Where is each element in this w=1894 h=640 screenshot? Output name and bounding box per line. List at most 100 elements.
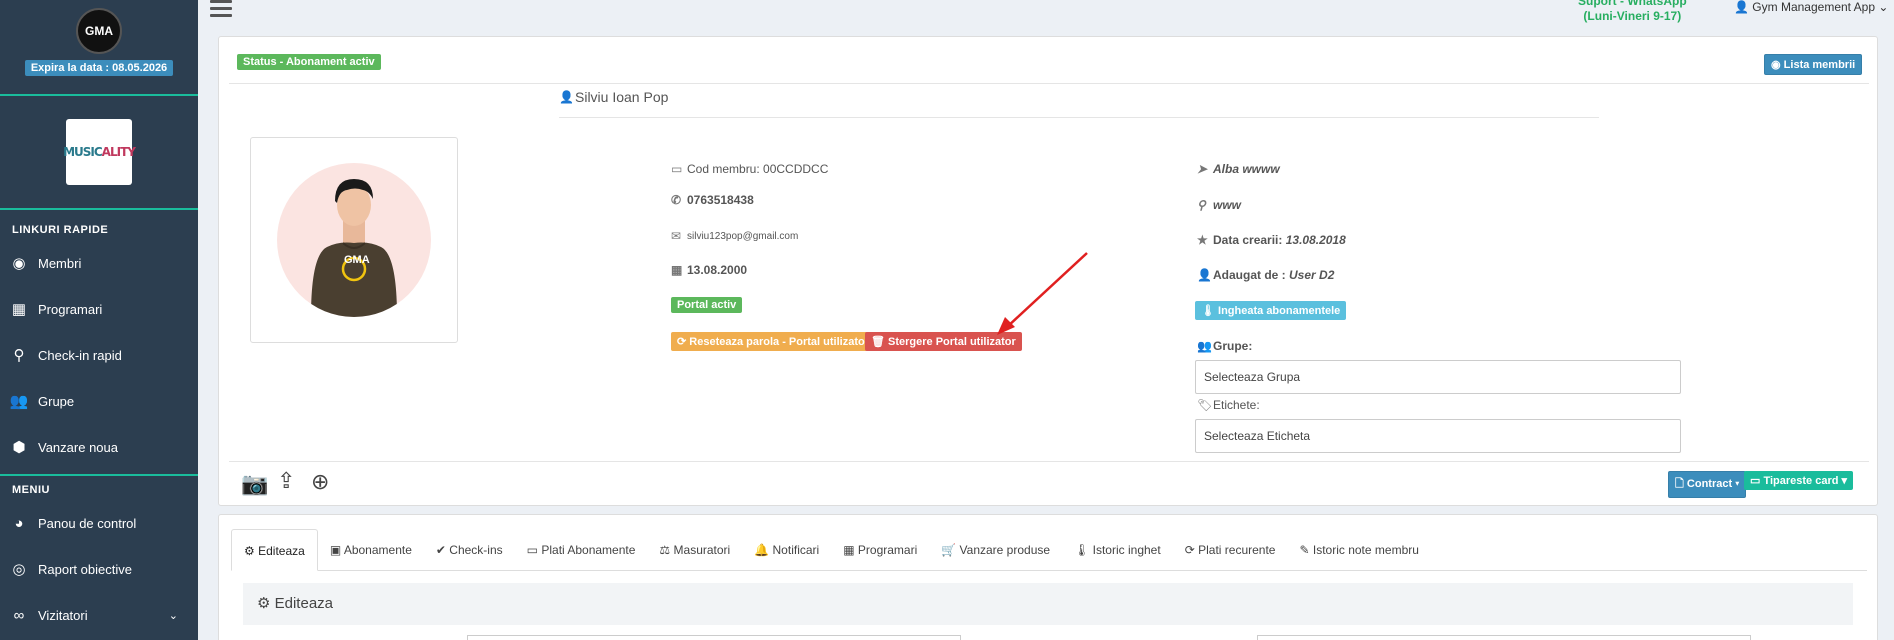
member-address: ⚲ www: [1197, 198, 1241, 212]
sidebar-item-vizitatori[interactable]: ∞ Vizitatori ⌄: [0, 592, 198, 638]
thermometer-icon: 🌡: [1201, 305, 1215, 317]
members-list-label: Lista membrii: [1783, 59, 1856, 71]
sidebar-item-label: Raport obiective: [38, 561, 132, 577]
member-created-date: ★ Data crearii: 13.08.2018: [1197, 233, 1346, 247]
tab-bar: ⚙ Editeaza ▣ Abonamente ✔ Check-ins ▭ Pl…: [231, 529, 1867, 571]
tags-label-text: Etichete:: [1213, 398, 1260, 412]
contract-dropdown-button[interactable]: 🗋 Contract ▾: [1668, 471, 1747, 498]
pencil-icon: ✎: [1299, 543, 1310, 557]
gear-icon: ⚙: [244, 544, 255, 558]
member-photo-frame: [250, 137, 458, 343]
tab-plati-abonamente[interactable]: ▭ Plati Abonamente: [515, 529, 648, 570]
cube-icon: ⬢: [12, 439, 26, 456]
sidebar-item-panou-de-control[interactable]: ◕ Panou de control: [0, 500, 198, 546]
tab-istoric-note-membru[interactable]: ✎ Istoric note membru: [1287, 529, 1430, 570]
tab-label: Notificari: [772, 543, 820, 557]
balance-scale-icon: ⚖: [659, 543, 671, 557]
refresh-icon: ⟳: [1184, 543, 1195, 557]
support-line-2: (Luni-Vineri 9-17): [1583, 9, 1682, 23]
tab-istoric-inghet[interactable]: 🌡 Istoric inghet: [1062, 529, 1173, 570]
sidebar-item-label: Grupe: [38, 393, 75, 409]
sidebar-item-membri[interactable]: ◉ Membri: [0, 240, 198, 286]
tab-label: Masuratori: [673, 543, 731, 557]
user-icon: 👤: [1197, 268, 1212, 282]
sidebar-item-grupe[interactable]: 👥 Grupe: [0, 378, 198, 424]
member-avatar: [277, 163, 431, 317]
sidebar-item-label: Programari: [38, 301, 103, 317]
star-icon: ★: [1197, 233, 1208, 247]
tab-label: Vanzare produse: [959, 543, 1051, 557]
credit-card-icon: ▭: [526, 543, 538, 557]
calendar-icon: ▦: [843, 543, 855, 557]
tab-vanzare-produse[interactable]: 🛒 Vanzare produse: [929, 529, 1062, 570]
form-field[interactable]: [467, 635, 961, 640]
reset-password-button[interactable]: ⟳ Reseteaza parola - Portal utilizator: [671, 332, 875, 351]
tab-plati-recurente[interactable]: ⟳ Plati recurente: [1173, 529, 1288, 570]
id-card-icon: ▣: [329, 543, 342, 557]
user-icon: 👤: [1734, 0, 1749, 14]
groups-select[interactable]: Selecteaza Grupa: [1195, 360, 1681, 394]
tab-label: Editeaza: [258, 544, 305, 558]
form-field[interactable]: [1257, 635, 1751, 640]
sidebar-item-check-in-rapid[interactable]: ⚲ Check-in rapid: [0, 332, 198, 378]
added-by-value: User D2: [1289, 268, 1335, 282]
member-name: 👤 Silviu Ioan Pop: [559, 89, 668, 105]
upload-icon[interactable]: ⇪: [277, 468, 295, 494]
envelope-icon: ✉: [671, 229, 682, 243]
credit-card-icon: ▭: [1750, 475, 1761, 487]
member-code: ▭ Cod membru: 00CCDDCC: [671, 162, 828, 176]
user-menu[interactable]: 👤 Gym Management App ⌄: [1734, 0, 1888, 14]
caret-down-icon: ▾: [1841, 475, 1848, 487]
binoculars-icon: ∞: [13, 606, 25, 624]
users-icon: 👥: [1197, 339, 1212, 353]
tags-label: 🏷 Etichete:: [1197, 398, 1260, 412]
created-label: Data crearii:: [1213, 233, 1283, 247]
tab-programari[interactable]: ▦ Programari: [831, 529, 929, 570]
tags-select[interactable]: Selecteaza Eticheta: [1195, 419, 1681, 453]
brand-logo: MUSIC ALITY: [63, 119, 136, 185]
expiry-badge: Expira la data : 08.05.2026: [24, 60, 174, 76]
member-name-text: Silviu Ioan Pop: [575, 89, 669, 105]
tab-label: Istoric note membru: [1312, 543, 1419, 557]
user-circle-icon: ◉: [12, 255, 26, 272]
tab-notificari[interactable]: 🔔 Notificari: [742, 529, 831, 570]
support-whatsapp[interactable]: Suport - WhatsApp (Luni-Vineri 9-17): [1578, 0, 1687, 24]
member-email-text: silviu123pop@gmail.com: [687, 230, 799, 242]
member-phone-text: 0763518438: [687, 193, 754, 207]
sidebar-item-label: Vanzare noua: [38, 439, 118, 455]
chevron-down-icon: ⌄: [168, 609, 178, 622]
camera-icon[interactable]: 📷: [241, 471, 268, 497]
sidebar-item-raport-obiective[interactable]: ◎ Raport obiective: [0, 546, 198, 592]
member-phone: ✆ 0763518438: [671, 193, 754, 207]
quick-links-title: LINKURI RAPIDE: [12, 224, 109, 236]
gma-logo[interactable]: GMA: [76, 8, 122, 54]
members-list-button[interactable]: ◉ Lista membrii: [1764, 54, 1863, 75]
zoom-in-icon[interactable]: ⊕: [311, 469, 329, 495]
gear-icon: ⚙: [257, 595, 271, 612]
user-circle-icon: ◉: [1771, 59, 1781, 71]
hamburger-menu-icon[interactable]: [210, 0, 232, 21]
credit-card-icon: ▭: [671, 162, 683, 176]
tab-check-ins[interactable]: ✔ Check-ins: [424, 529, 515, 570]
member-profile-card: Status - Abonament activ ◉ Lista membrii…: [218, 36, 1878, 506]
sidebar-item-vanzare-noua[interactable]: ⬢ Vanzare noua: [0, 424, 198, 470]
created-value: 13.08.2018: [1285, 233, 1346, 247]
sidebar-item-programari[interactable]: ▦ Programari: [0, 286, 198, 332]
print-card-dropdown-button[interactable]: ▭ Tipareste card ▾: [1744, 471, 1854, 490]
sidebar-item-label: Membri: [38, 255, 82, 271]
check-icon: ✔: [435, 543, 446, 557]
cart-icon: 🛒: [941, 543, 957, 557]
sidebar-logo-area: GMA Expira la data : 08.05.2026: [0, 0, 198, 96]
tab-editeaza[interactable]: ⚙ Editeaza: [231, 529, 318, 571]
member-code-text: Cod membru: 00CCDDCC: [687, 162, 829, 176]
print-card-label: Tipareste card: [1763, 475, 1839, 487]
user-icon: 👤: [559, 90, 574, 104]
freeze-subscriptions-button[interactable]: 🌡 Ingheata abonamentele: [1195, 301, 1347, 320]
tab-masuratori[interactable]: ⚖ Masuratori: [647, 529, 742, 570]
tab-abonamente[interactable]: ▣ Abonamente: [318, 529, 424, 570]
calendar-icon: ▦: [11, 301, 27, 318]
sidebar-item-label: Check-in rapid: [38, 347, 122, 363]
dashboard-icon: ◕: [14, 514, 24, 532]
member-birth-date: ▦ 13.08.2000: [671, 263, 747, 277]
tab-label: Programari: [857, 543, 918, 557]
